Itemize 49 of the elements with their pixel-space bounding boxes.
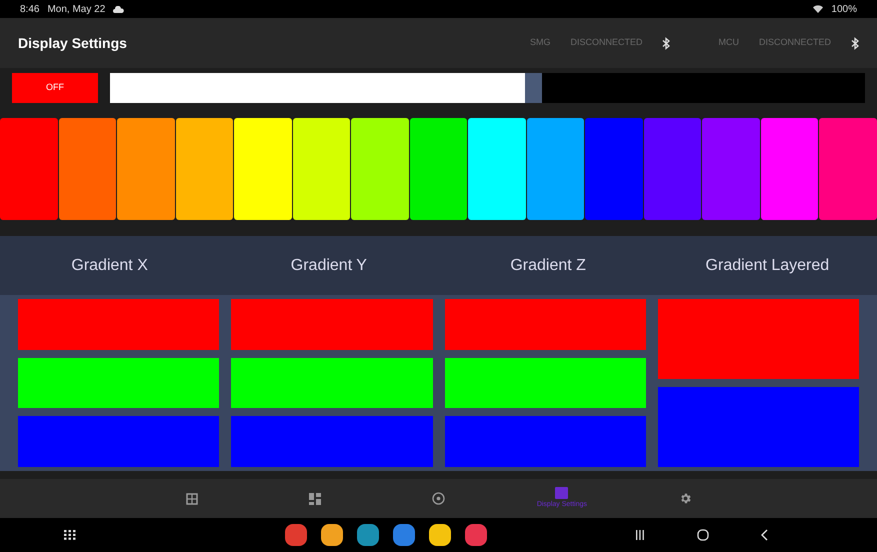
app-icon[interactable] [356,524,378,546]
color-swatch[interactable] [468,118,526,220]
dashboard-icon[interactable] [309,492,322,504]
gradient-title: Gradient Z [509,256,587,276]
bluetooth-icon [662,36,670,50]
gradient-layer[interactable] [444,358,646,408]
color-swatch[interactable] [760,118,818,220]
device-name: MCU [718,36,739,50]
app-icon[interactable] [428,524,450,546]
circle-icon[interactable] [432,492,446,505]
display-icon[interactable] [555,486,568,499]
color-swatch[interactable] [234,118,292,220]
slider-thumb[interactable] [525,73,542,103]
color-swatch[interactable] [410,118,468,220]
home-icon[interactable] [697,529,709,541]
battery-level: 100% [831,2,857,16]
color-swatch[interactable] [702,118,760,220]
device-name: SMG [530,36,550,50]
date: Mon, May 22 [47,2,106,16]
color-swatch[interactable] [819,118,877,220]
color-swatch[interactable] [58,118,116,220]
gradient-layer[interactable] [18,358,220,408]
color-swatch[interactable] [117,118,175,220]
color-swatch[interactable] [176,118,234,220]
color-swatch[interactable] [0,118,58,220]
settings-icon[interactable] [678,492,692,505]
window-title: Display Settings [18,34,127,53]
color-swatch[interactable] [526,118,584,220]
gradient-title: Gradient Y [290,256,368,276]
cloud-icon [113,6,124,12]
bluetooth-icon [851,36,859,50]
brightness-slider[interactable] [110,73,865,103]
power-button[interactable]: OFF [12,73,98,103]
back-icon[interactable] [761,529,768,541]
color-swatch[interactable] [351,118,409,220]
recents-icon[interactable] [635,530,645,540]
connection-status: DISCONNECTED [570,36,642,50]
gradient-title: Gradient X [70,256,149,276]
apps-grid-icon[interactable] [64,530,76,540]
grid-icon[interactable] [186,492,198,504]
clock: 8:46 [20,2,40,16]
color-swatch[interactable] [292,118,350,220]
gradient-title: Gradient Layered [704,256,830,276]
wifi-icon [813,5,824,13]
color-swatch[interactable] [585,118,643,220]
color-swatch[interactable] [644,118,702,220]
app-icon[interactable] [392,524,414,546]
connection-status: DISCONNECTED [758,36,831,50]
app-icon[interactable] [320,524,342,546]
